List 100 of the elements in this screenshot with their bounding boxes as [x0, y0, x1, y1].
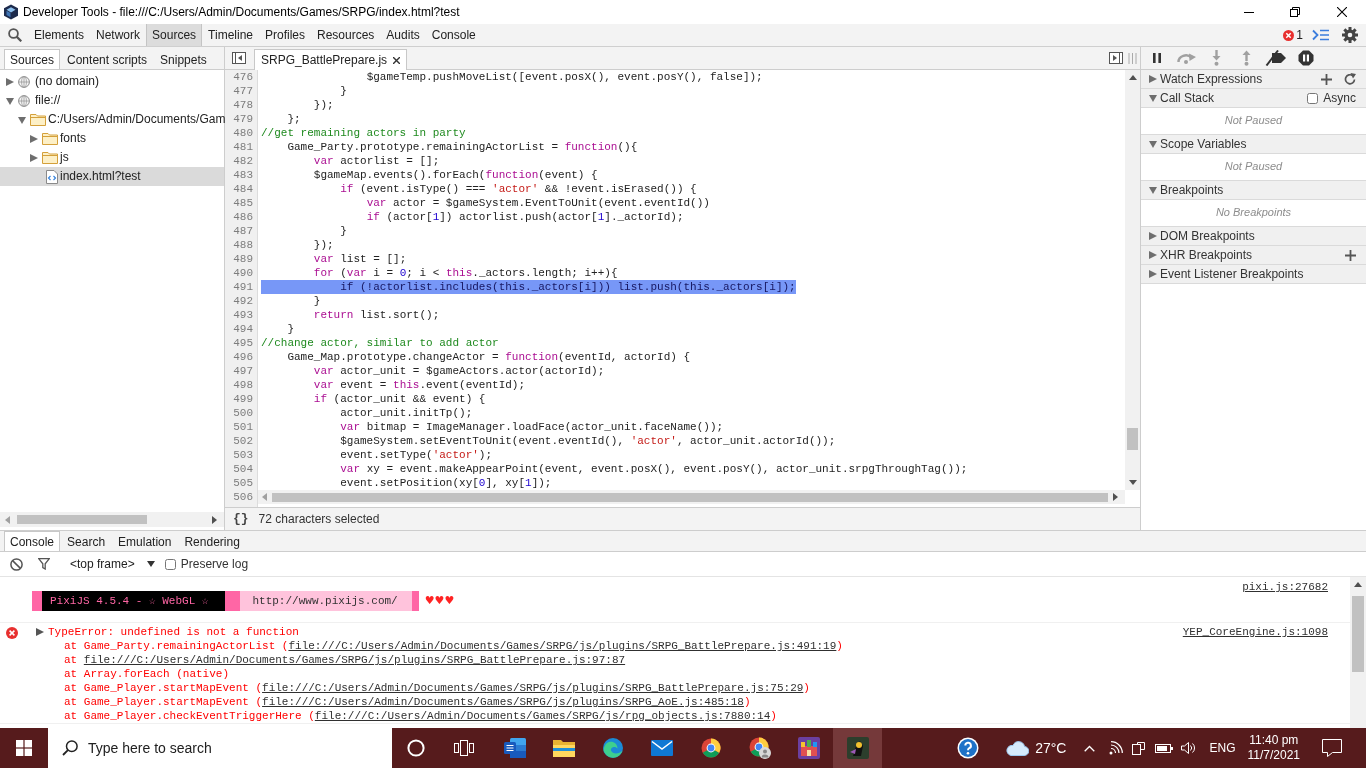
ring-icon[interactable]	[407, 739, 425, 757]
navigator-tab[interactable]: Snippets	[154, 49, 213, 69]
disclosure-triangle-icon[interactable]	[1149, 186, 1157, 194]
search-icon[interactable]	[8, 28, 22, 42]
minimize-icon[interactable]	[1244, 11, 1254, 13]
drawer-tab[interactable]: Emulation	[112, 531, 178, 551]
filter-icon[interactable]	[38, 558, 50, 570]
language-indicator[interactable]: ENG	[1209, 740, 1236, 756]
disclosure-triangle-icon[interactable]	[1149, 232, 1157, 240]
add-icon[interactable]	[1321, 73, 1332, 85]
panel-toggle-icon[interactable]	[1109, 52, 1123, 64]
console-prompt-icon[interactable]	[1312, 29, 1329, 41]
scroll-up-icon[interactable]	[1354, 582, 1362, 587]
battery-icon[interactable]	[1155, 743, 1174, 753]
frame-selector[interactable]: <top frame>	[70, 556, 155, 572]
section-header[interactable]: XHR Breakpoints	[1141, 246, 1366, 265]
async-checkbox[interactable]	[1307, 92, 1319, 104]
scroll-right-icon[interactable]	[212, 515, 217, 524]
resize-grip-icon[interactable]	[1128, 52, 1137, 64]
tree-item[interactable]: fonts	[0, 129, 224, 148]
temperature-text[interactable]: 27°C	[1035, 739, 1067, 757]
banner-link[interactable]: http://www.pixijs.com/	[240, 591, 412, 611]
tree-item[interactable]: C:/Users/Admin/Documents/Gam	[0, 110, 224, 129]
taskbar-search-field[interactable]: Type here to search	[48, 728, 392, 768]
clock-time[interactable]: 11:40 pm	[1249, 733, 1299, 748]
navigator-tab[interactable]: Content scripts	[61, 49, 154, 69]
disclosure-triangle-icon[interactable]	[30, 153, 38, 162]
restore-icon[interactable]	[1290, 7, 1300, 17]
drawer-tab[interactable]: Console	[4, 531, 61, 551]
source-link[interactable]: YEP_CoreEngine.js:1098	[1182, 625, 1328, 639]
close-icon[interactable]	[1337, 7, 1347, 17]
panel-tab[interactable]: Audits	[380, 24, 426, 46]
disclosure-triangle-icon[interactable]	[1149, 94, 1157, 102]
source-link[interactable]: file:///C:/Users/Admin/Documents/Games/SRPG/js/plugins/SRPG_BattlePrepare.js:491:19	[288, 640, 837, 652]
start-icon[interactable]	[16, 740, 32, 756]
source-link[interactable]: file:///C:/Users/Admin/Documents/Games/SRPG/js/plugins/SRPG_BattlePrepare.js:75:29	[262, 682, 804, 694]
close-icon[interactable]	[393, 56, 401, 64]
chevron-up-icon[interactable]	[1084, 744, 1096, 752]
disclosure-triangle-icon[interactable]	[18, 115, 26, 124]
navigator-tab[interactable]: Sources	[4, 49, 61, 69]
panel-tab[interactable]: Console	[425, 24, 482, 46]
settings-icon[interactable]	[1342, 27, 1358, 43]
panel-tab[interactable]: Elements	[28, 24, 91, 46]
tree-item[interactable]: file://	[0, 91, 224, 110]
vertical-scrollbar[interactable]	[1125, 70, 1140, 490]
disclosure-triangle-icon[interactable]	[1149, 140, 1157, 148]
section-header[interactable]: Watch Expressions	[1141, 70, 1366, 89]
pause-exceptions-icon[interactable]	[1298, 50, 1314, 66]
task-view-icon[interactable]	[454, 740, 474, 756]
wifi-icon[interactable]	[1109, 741, 1124, 755]
section-header[interactable]: Breakpoints	[1141, 181, 1366, 200]
scrollbar-thumb[interactable]	[17, 515, 147, 524]
section-header[interactable]: Call Stack Async	[1141, 89, 1366, 108]
refresh-icon[interactable]	[1344, 73, 1356, 85]
panel-tab[interactable]: Timeline	[202, 24, 259, 46]
source-link[interactable]: pixi.js:27682	[1242, 580, 1328, 594]
scrollbar-thumb[interactable]	[1352, 596, 1364, 672]
device-icon[interactable]	[1132, 741, 1146, 755]
notification-icon[interactable]	[1322, 739, 1342, 757]
scroll-up-icon[interactable]	[1128, 75, 1137, 80]
error-count[interactable]: 1	[1296, 27, 1303, 43]
drawer-tab[interactable]: Search	[61, 531, 112, 551]
section-header[interactable]: Event Listener Breakpoints	[1141, 265, 1366, 284]
source-link[interactable]: file:///C:/Users/Admin/Documents/Games/SRPG/js/plugins/SRPG_BattlePrepare.js:97:87	[83, 654, 626, 666]
panel-tab[interactable]: Network	[90, 24, 147, 46]
disclosure-triangle-icon[interactable]	[6, 77, 14, 86]
scrollbar-thumb[interactable]	[1127, 428, 1138, 450]
scroll-down-icon[interactable]	[1128, 480, 1137, 485]
pretty-print-button[interactable]: {}	[233, 511, 249, 527]
disclosure-triangle-icon[interactable]	[36, 628, 44, 636]
disclosure-triangle-icon[interactable]	[30, 134, 38, 143]
horizontal-scrollbar[interactable]	[0, 512, 224, 527]
add-icon[interactable]	[1345, 249, 1356, 261]
panel-tab[interactable]: Sources	[146, 24, 203, 46]
clear-console-icon[interactable]	[10, 557, 23, 571]
sidebar-toggle-icon[interactable]	[232, 52, 246, 64]
file-tab[interactable]: SRPG_BattlePrepare.js	[254, 49, 408, 70]
cloud-icon[interactable]	[1005, 740, 1030, 756]
tree-item[interactable]: js	[0, 148, 224, 167]
vertical-scrollbar[interactable]	[1350, 577, 1366, 728]
deactivate-breakpoints-icon[interactable]	[1265, 50, 1287, 66]
clock-date[interactable]: 11/7/2021	[1247, 748, 1300, 763]
scroll-right-icon[interactable]	[1113, 493, 1118, 501]
section-header[interactable]: Scope Variables	[1141, 135, 1366, 154]
tree-item[interactable]: (no domain)	[0, 72, 224, 91]
pause-icon[interactable]	[1153, 53, 1161, 63]
disclosure-triangle-icon[interactable]	[1149, 270, 1157, 278]
drawer-tab[interactable]: Rendering	[178, 531, 246, 551]
section-header[interactable]: DOM Breakpoints	[1141, 227, 1366, 246]
disclosure-triangle-icon[interactable]	[1149, 251, 1157, 259]
source-link[interactable]: file:///C:/Users/Admin/Documents/Games/SRPG/js/plugins/SRPG_AoE.js:485:18	[262, 696, 744, 708]
disclosure-triangle-icon[interactable]	[6, 96, 14, 105]
help-icon[interactable]	[957, 737, 980, 759]
preserve-log-checkbox[interactable]	[164, 558, 176, 570]
panel-tab[interactable]: Profiles	[259, 24, 311, 46]
source-link[interactable]: file:///C:/Users/Admin/Documents/Games/SRPG/js/rpg_objects.js:7880:14	[314, 710, 771, 722]
volume-icon[interactable]	[1181, 742, 1196, 754]
horizontal-scrollbar[interactable]	[258, 490, 1125, 504]
panel-tab[interactable]: Resources	[311, 24, 381, 46]
scrollbar-thumb[interactable]	[272, 492, 1108, 502]
